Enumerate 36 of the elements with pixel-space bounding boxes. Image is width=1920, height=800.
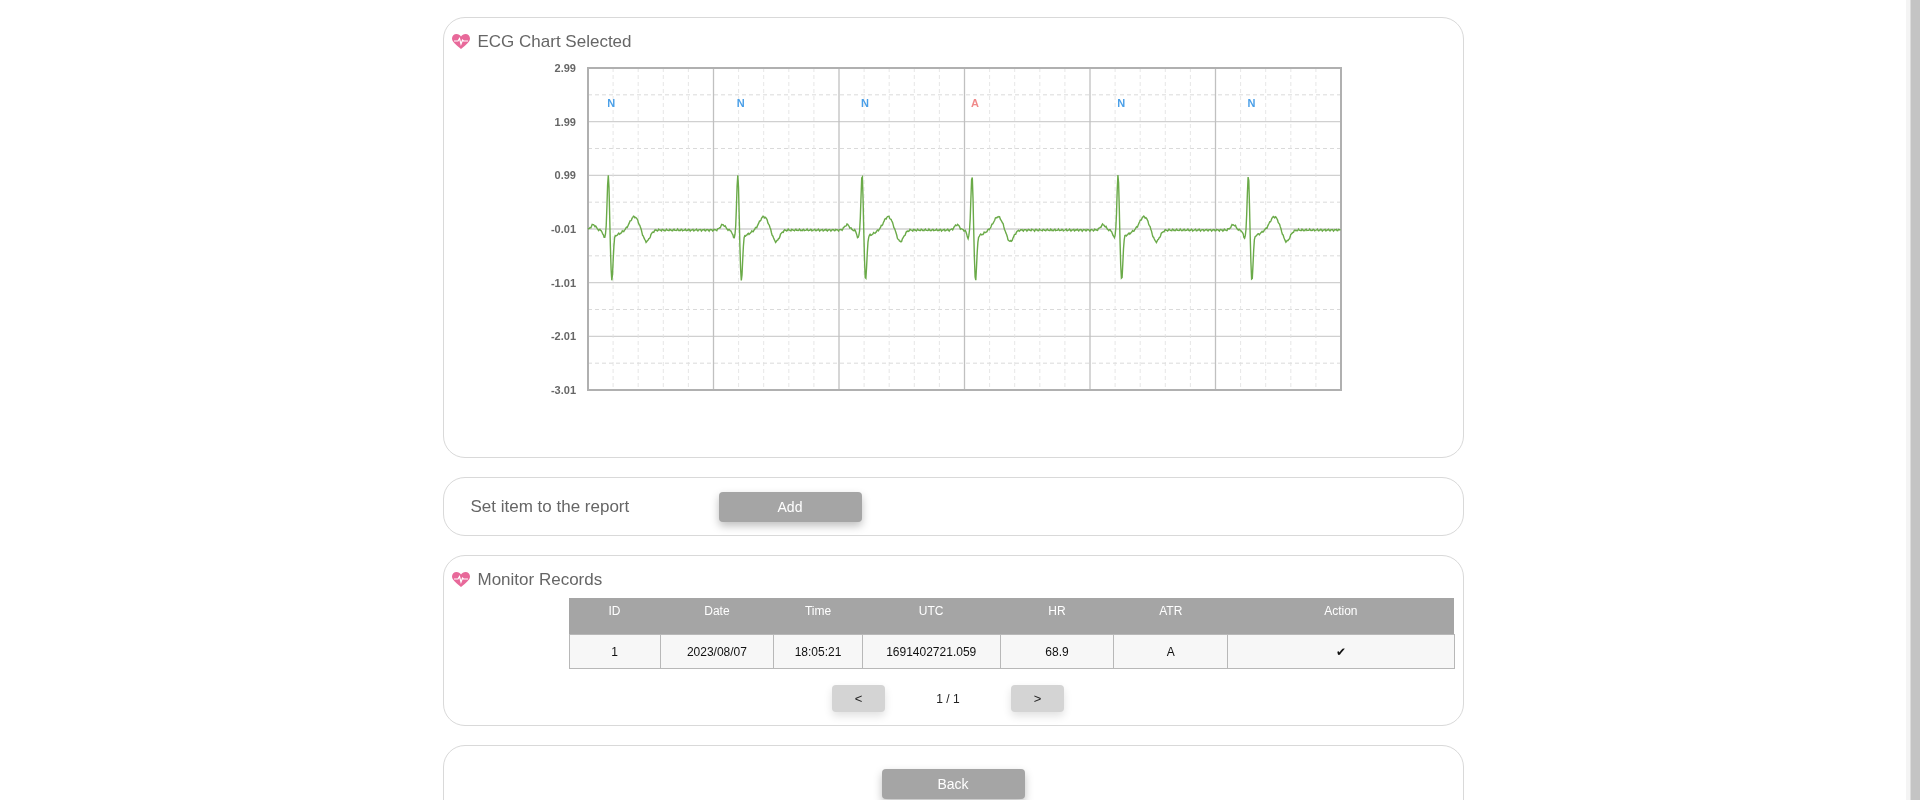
table-cell: A bbox=[1113, 634, 1228, 669]
beat-label: A bbox=[970, 97, 979, 110]
page-indicator: 1 / 1 bbox=[935, 691, 961, 706]
scrollbar[interactable] bbox=[1906, 0, 1920, 800]
table-cell[interactable]: ✔ bbox=[1227, 634, 1454, 669]
table-cell: 1691402721.059 bbox=[862, 634, 1001, 669]
axis-tick-label: -0.01 bbox=[550, 223, 576, 235]
table-cell: 18:05:21 bbox=[773, 634, 863, 669]
next-page-button[interactable]: > bbox=[1011, 685, 1064, 712]
axis-tick-label: -3.01 bbox=[550, 384, 576, 396]
table-cell: 68.9 bbox=[1000, 634, 1114, 669]
table-cell: 2023/08/07 bbox=[660, 634, 774, 669]
report-label: Set item to the report bbox=[470, 496, 631, 517]
axis-tick-label: -1.01 bbox=[550, 276, 576, 289]
axis-tick-label: -2.01 bbox=[550, 330, 576, 343]
heart-icon bbox=[451, 34, 470, 50]
beat-label: N bbox=[606, 97, 615, 110]
column-header: UTC bbox=[862, 598, 1001, 635]
axis-tick-label: 2.99 bbox=[554, 62, 576, 74]
previous-page-button[interactable]: < bbox=[832, 685, 885, 712]
beat-label: N bbox=[736, 97, 745, 110]
column-header: ATR bbox=[1113, 598, 1228, 635]
column-header: Time bbox=[773, 598, 863, 635]
panel-title: ECG Chart Selected bbox=[477, 32, 632, 52]
column-header: HR bbox=[1000, 598, 1114, 635]
column-header: Date bbox=[660, 598, 774, 635]
axis-tick-label: 1.99 bbox=[554, 115, 576, 128]
axis-tick-label: 0.99 bbox=[554, 169, 576, 182]
beat-label: N bbox=[1246, 97, 1255, 110]
panel-title: Monitor Records bbox=[477, 570, 603, 590]
beat-label: N bbox=[1116, 97, 1125, 110]
column-header: Action bbox=[1227, 598, 1454, 635]
table-cell: 1 bbox=[569, 634, 660, 669]
beat-label: N bbox=[860, 97, 869, 110]
heart-icon bbox=[451, 572, 470, 588]
column-header: ID bbox=[569, 598, 660, 635]
